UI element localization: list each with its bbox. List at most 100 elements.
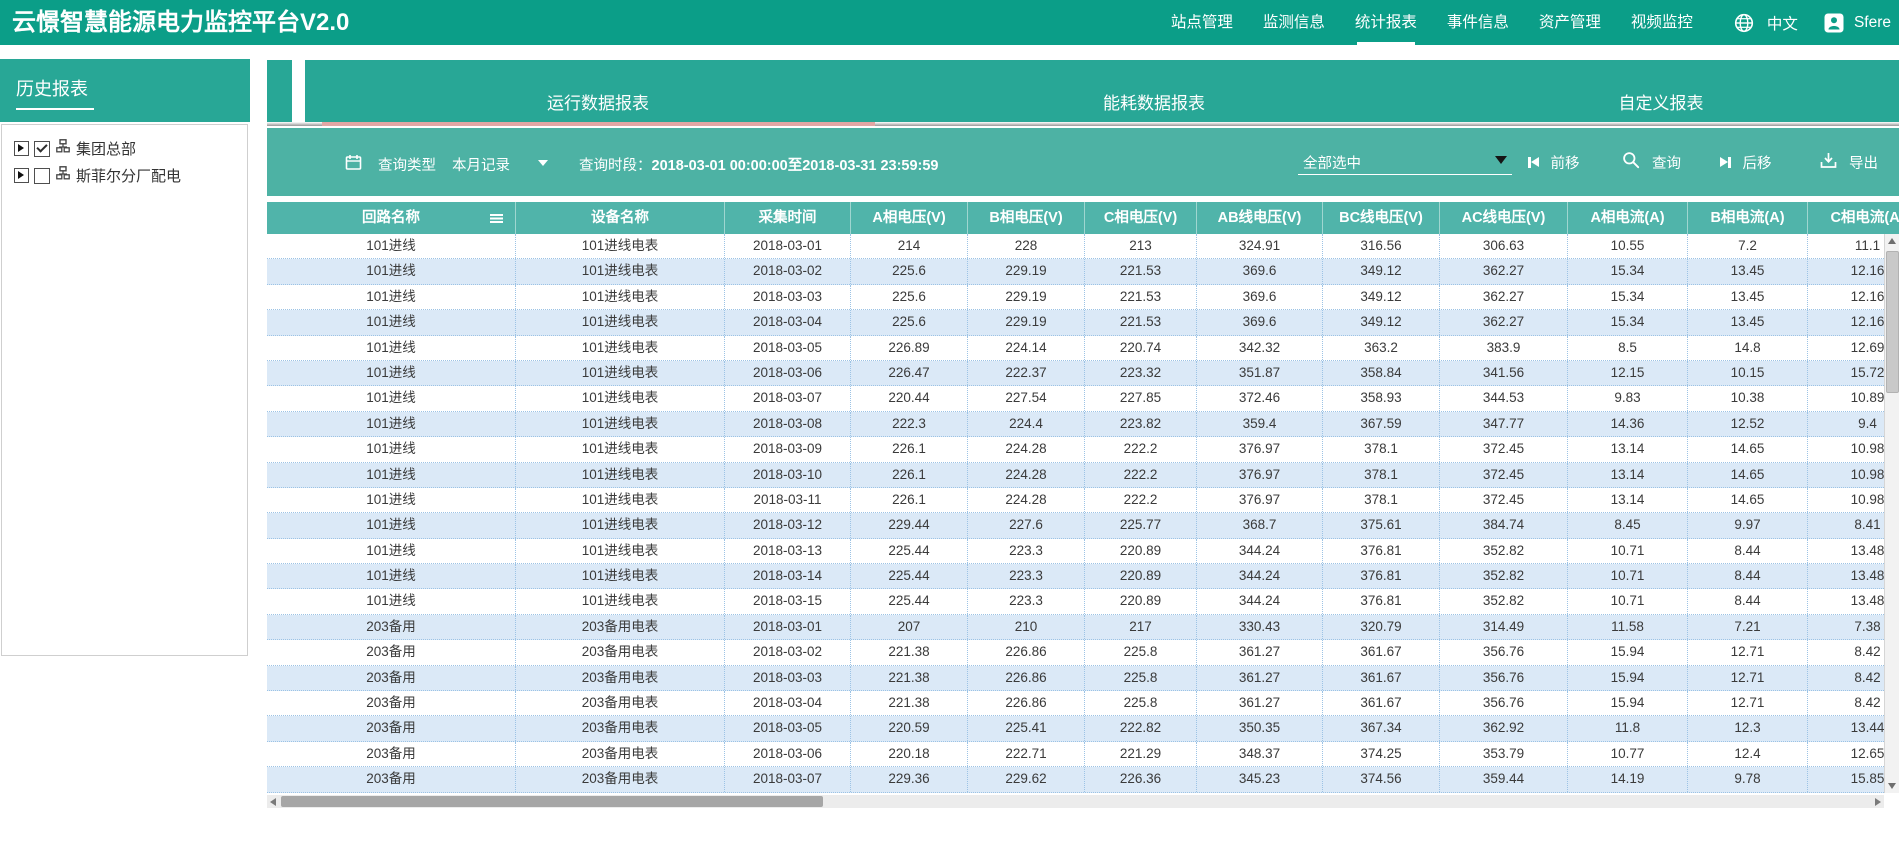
export-icon: [1820, 152, 1837, 173]
brand-label: Sfere: [1854, 14, 1891, 32]
table-row[interactable]: 203备用203备用电表2018-03-02221.38226.86225.83…: [267, 640, 1884, 665]
table-row[interactable]: 203备用203备用电表2018-03-06220.18222.71221.29…: [267, 742, 1884, 767]
tree-checkbox[interactable]: [34, 168, 50, 184]
column-header-0[interactable]: 回路名称: [267, 202, 516, 234]
scroll-down-arrow[interactable]: [1885, 778, 1899, 793]
horizontal-scroll-thumb[interactable]: [281, 796, 823, 807]
globe-icon[interactable]: [1733, 12, 1755, 34]
table-row[interactable]: 101进线101进线电表2018-03-06226.47222.37223.32…: [267, 361, 1884, 386]
nav-item-4[interactable]: 资产管理: [1539, 0, 1601, 45]
table-cell: 2018-03-11: [725, 488, 851, 512]
nav-item-0[interactable]: 站点管理: [1171, 0, 1233, 45]
table-cell: 8.44: [1688, 539, 1808, 563]
app-root: 云憬智慧能源电力监控平台V2.0 站点管理监测信息统计报表事件信息资产管理视频监…: [0, 0, 1899, 852]
column-header-8[interactable]: AC线电压(V): [1440, 202, 1568, 234]
tab-0[interactable]: 运行数据报表: [547, 89, 649, 114]
next-button[interactable]: 后移: [1720, 152, 1772, 172]
tab-1[interactable]: 能耗数据报表: [1103, 89, 1205, 114]
table-cell: 11.8: [1568, 716, 1688, 740]
scroll-up-arrow[interactable]: [1885, 234, 1899, 249]
table-cell: 13.14: [1568, 488, 1688, 512]
table-header: 回路名称设备名称采集时间A相电压(V)B相电压(V)C相电压(V)AB线电压(V…: [267, 202, 1899, 234]
table-row[interactable]: 101进线101进线电表2018-03-01214228213324.91316…: [267, 234, 1884, 259]
nav-item-1[interactable]: 监测信息: [1263, 0, 1325, 45]
table-row[interactable]: 101进线101进线电表2018-03-12229.44227.6225.773…: [267, 513, 1884, 538]
column-header-11[interactable]: C相电流(A): [1808, 202, 1899, 234]
table-cell: 228: [968, 234, 1085, 258]
table-cell: 10.98: [1808, 488, 1884, 512]
table-row[interactable]: 203备用203备用电表2018-03-04221.38226.86225.83…: [267, 691, 1884, 716]
query-type-caret-icon[interactable]: [538, 160, 548, 166]
scroll-left-arrow[interactable]: [267, 795, 280, 808]
table-cell: 361.67: [1323, 691, 1440, 715]
column-header-10[interactable]: B相电流(A): [1688, 202, 1808, 234]
table-cell: 378.1: [1323, 437, 1440, 461]
tree-checkbox[interactable]: [34, 141, 50, 157]
tree-expander-icon[interactable]: [14, 168, 29, 183]
table-cell: 372.46: [1197, 386, 1323, 410]
column-header-6[interactable]: AB线电压(V): [1197, 202, 1323, 234]
column-header-2[interactable]: 采集时间: [725, 202, 851, 234]
table-cell: 207: [851, 615, 968, 639]
table-row[interactable]: 101进线101进线电表2018-03-10226.1224.28222.237…: [267, 463, 1884, 488]
tree-item-0[interactable]: 集团总部: [2, 135, 247, 162]
table-cell: 14.65: [1688, 437, 1808, 461]
language-switch[interactable]: 中文: [1767, 12, 1798, 34]
table-row[interactable]: 203备用203备用电表2018-03-05220.59225.41222.82…: [267, 716, 1884, 741]
search-button[interactable]: 查询: [1622, 152, 1681, 172]
table-row[interactable]: 101进线101进线电表2018-03-13225.44223.3220.893…: [267, 539, 1884, 564]
table-cell: 376.97: [1197, 463, 1323, 487]
user-icon[interactable]: [1824, 13, 1844, 33]
table-cell: 10.55: [1568, 234, 1688, 258]
horizontal-scrollbar[interactable]: [267, 795, 1884, 808]
column-header-3[interactable]: A相电压(V): [851, 202, 968, 234]
select-all-caret-icon[interactable]: [1495, 156, 1507, 164]
table-row[interactable]: 101进线101进线电表2018-03-09226.1224.28222.237…: [267, 437, 1884, 462]
column-header-9[interactable]: A相电流(A): [1568, 202, 1688, 234]
nav-item-5[interactable]: 视频监控: [1631, 0, 1693, 45]
vertical-scrollbar[interactable]: [1884, 234, 1899, 793]
table-cell: 13.45: [1688, 285, 1808, 309]
table-cell: 223.3: [968, 539, 1085, 563]
table-cell: 101进线电表: [516, 513, 725, 537]
scroll-right-arrow[interactable]: [1871, 795, 1884, 808]
column-header-7[interactable]: BC线电压(V): [1323, 202, 1440, 234]
table-cell: 314.49: [1440, 615, 1568, 639]
app-title: 云憬智慧能源电力监控平台V2.0: [12, 0, 349, 45]
tree-expander-icon[interactable]: [14, 141, 29, 156]
table-cell: 2018-03-03: [725, 666, 851, 690]
table-cell: 220.59: [851, 716, 968, 740]
nav-item-3[interactable]: 事件信息: [1447, 0, 1509, 45]
table-row[interactable]: 203备用203备用电表2018-03-07229.36229.62226.36…: [267, 767, 1884, 792]
vertical-scroll-thumb[interactable]: [1886, 251, 1899, 393]
select-all-dropdown[interactable]: 全部选中: [1303, 152, 1361, 173]
table-cell: 12.16: [1808, 310, 1884, 334]
table-cell: 12.71: [1688, 666, 1808, 690]
query-type-select[interactable]: 本月记录: [452, 154, 510, 175]
prev-button[interactable]: 前移: [1528, 152, 1580, 172]
table-row[interactable]: 203备用203备用电表2018-03-01207210217330.43320…: [267, 615, 1884, 640]
table-row[interactable]: 101进线101进线电表2018-03-15225.44223.3220.893…: [267, 589, 1884, 614]
table-row[interactable]: 101进线101进线电表2018-03-05226.89224.14220.74…: [267, 336, 1884, 361]
table-cell: 320.79: [1323, 615, 1440, 639]
table-cell: 2018-03-14: [725, 564, 851, 588]
table-row[interactable]: 101进线101进线电表2018-03-11226.1224.28222.237…: [267, 488, 1884, 513]
column-header-4[interactable]: B相电压(V): [968, 202, 1085, 234]
table-row[interactable]: 101进线101进线电表2018-03-03225.6229.19221.533…: [267, 285, 1884, 310]
tab-2[interactable]: 自定义报表: [1619, 89, 1704, 114]
tree-item-1[interactable]: 斯菲尔分厂配电: [2, 162, 247, 189]
table-row[interactable]: 203备用203备用电表2018-03-03221.38226.86225.83…: [267, 666, 1884, 691]
query-period-label: 查询时段：: [579, 158, 652, 174]
table-row[interactable]: 101进线101进线电表2018-03-04225.6229.19221.533…: [267, 310, 1884, 335]
table-row[interactable]: 101进线101进线电表2018-03-08222.3224.4223.8235…: [267, 412, 1884, 437]
table-row[interactable]: 101进线101进线电表2018-03-07220.44227.54227.85…: [267, 386, 1884, 411]
nav-item-2[interactable]: 统计报表: [1355, 0, 1417, 45]
table-cell: 229.19: [968, 310, 1085, 334]
export-button[interactable]: 导出: [1820, 152, 1878, 172]
column-header-1[interactable]: 设备名称: [516, 202, 725, 234]
table-row[interactable]: 101进线101进线电表2018-03-02225.6229.19221.533…: [267, 259, 1884, 284]
table-row[interactable]: 101进线101进线电表2018-03-14225.44223.3220.893…: [267, 564, 1884, 589]
column-menu-icon[interactable]: [490, 214, 503, 216]
column-header-5[interactable]: C相电压(V): [1085, 202, 1197, 234]
top-nav: 站点管理监测信息统计报表事件信息资产管理视频监控 中文 Sfere: [1171, 0, 1899, 45]
